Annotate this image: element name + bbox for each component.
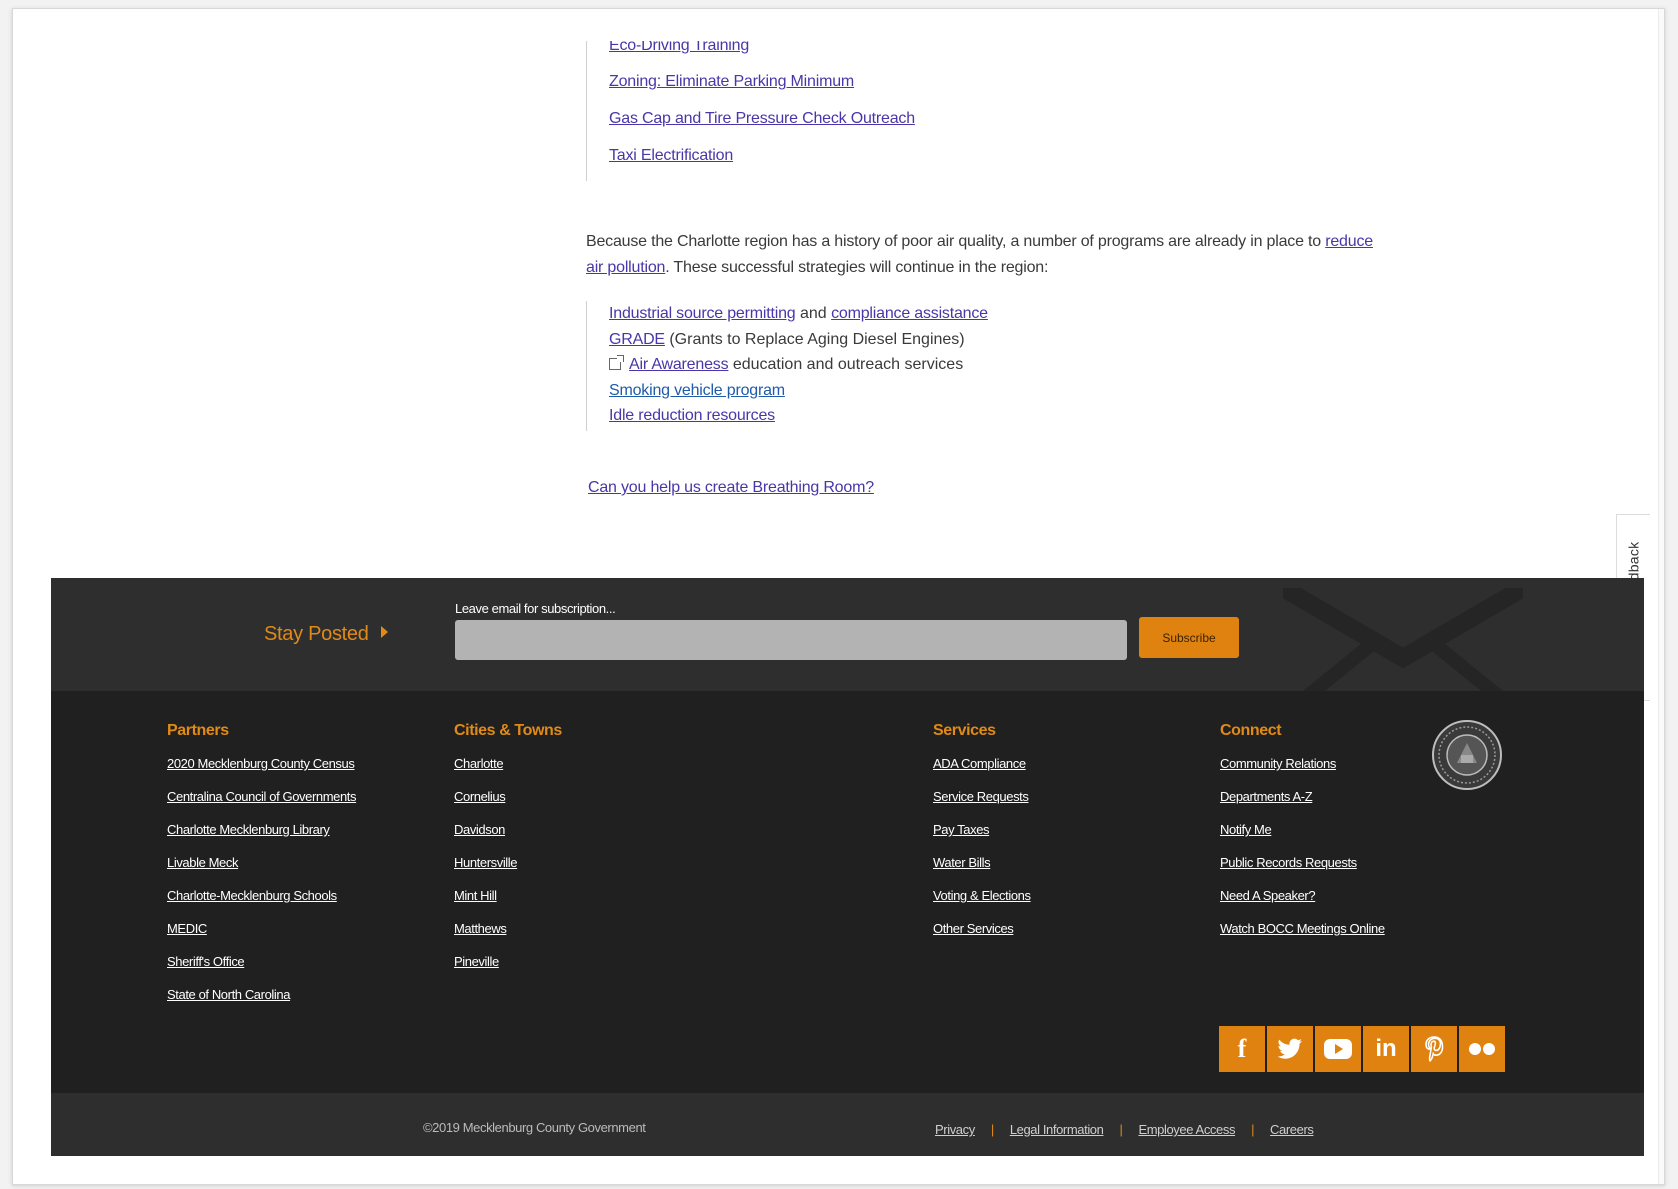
connect-link[interactable]: Departments A-Z <box>1220 787 1385 820</box>
service-link[interactable]: ADA Compliance <box>933 754 1031 787</box>
city-link[interactable]: Charlotte <box>454 754 562 787</box>
service-link[interactable]: Voting & Elections <box>933 886 1031 919</box>
services-heading: Services <box>933 722 996 739</box>
subscribe-band: Stay Posted Leave email for subscription… <box>51 578 1644 691</box>
county-seal-icon <box>1432 720 1502 790</box>
service-link[interactable]: Pay Taxes <box>933 820 1031 853</box>
service-link[interactable]: Other Services <box>933 919 1031 952</box>
air-quality-paragraph: Because the Charlotte region has a histo… <box>586 229 1386 281</box>
gas-cap-outreach-link[interactable]: Gas Cap and Tire Pressure Check Outreach <box>609 110 915 127</box>
city-link[interactable]: Cornelius <box>454 787 562 820</box>
city-link[interactable]: Davidson <box>454 820 562 853</box>
connect-link[interactable]: Notify Me <box>1220 820 1385 853</box>
browser-viewport: Eco-Driving Training Zoning: Eliminate P… <box>12 8 1665 1185</box>
divider: | <box>990 1122 994 1137</box>
partner-link[interactable]: Sheriff's Office <box>167 952 356 985</box>
partner-link[interactable]: Livable Meck <box>167 853 356 886</box>
linkedin-icon[interactable]: in <box>1363 1026 1409 1072</box>
zoning-parking-link[interactable]: Zoning: Eliminate Parking Minimum <box>609 73 854 90</box>
list-item: GRADE (Grants to Replace Aging Diesel En… <box>609 327 1106 353</box>
partner-link[interactable]: State of North Carolina <box>167 985 356 1018</box>
twitter-icon[interactable] <box>1267 1026 1313 1072</box>
list-item: Gas Cap and Tire Pressure Check Outreach <box>609 100 1006 137</box>
page-edge <box>1658 9 1664 1184</box>
careers-link[interactable]: Careers <box>1270 1122 1314 1137</box>
legal-information-link[interactable]: Legal Information <box>1010 1122 1104 1137</box>
cities-heading: Cities & Towns <box>454 722 562 739</box>
and-text: and <box>795 305 832 322</box>
list-item: Taxi Electrification <box>609 137 1006 174</box>
footer-links: Partners 2020 Mecklenburg County Census … <box>51 691 1644 1093</box>
grade-link[interactable]: GRADE <box>609 331 665 348</box>
youtube-icon[interactable] <box>1315 1026 1361 1072</box>
city-link[interactable]: Huntersville <box>454 853 562 886</box>
strategy-list: Eco-Driving Training Zoning: Eliminate P… <box>586 41 1006 181</box>
service-link[interactable]: Water Bills <box>933 853 1031 886</box>
air-awareness-link[interactable]: Air Awareness <box>629 356 729 373</box>
partner-link[interactable]: 2020 Mecklenburg County Census <box>167 754 356 787</box>
list-item: Zoning: Eliminate Parking Minimum <box>609 63 1006 100</box>
arrow-right-icon <box>380 626 388 638</box>
partner-link[interactable]: Charlotte Mecklenburg Library <box>167 820 356 853</box>
copyright-text: ©2019 Mecklenburg County Government <box>423 1120 646 1135</box>
eco-driving-link[interactable]: Eco-Driving Training <box>609 41 749 54</box>
city-link[interactable]: Pineville <box>454 952 562 985</box>
email-label: Leave email for subscription... <box>455 601 616 616</box>
email-field[interactable] <box>455 620 1127 660</box>
city-link[interactable]: Matthews <box>454 919 562 952</box>
partner-link[interactable]: Centralina Council of Governments <box>167 787 357 820</box>
external-link-icon <box>609 355 624 370</box>
subscribe-button[interactable]: Subscribe <box>1139 617 1239 658</box>
paragraph-text-before: Because the Charlotte region has a histo… <box>586 233 1326 250</box>
paragraph-text-after: . These successful strategies will conti… <box>665 259 1049 276</box>
stay-posted-heading: Stay Posted <box>264 623 388 646</box>
breathing-room-link[interactable]: Can you help us create Breathing Room? <box>588 479 874 497</box>
pinterest-icon[interactable] <box>1411 1026 1457 1072</box>
connect-link[interactable]: Community Relations <box>1220 754 1385 787</box>
legal-links: Privacy | Legal Information | Employee A… <box>935 1122 1314 1137</box>
partner-link[interactable]: MEDIC <box>167 919 356 952</box>
connect-heading: Connect <box>1220 722 1282 739</box>
taxi-electrification-link[interactable]: Taxi Electrification <box>609 147 733 164</box>
divider: | <box>1251 1122 1255 1137</box>
partners-heading: Partners <box>167 722 229 739</box>
existing-programs-list: Industrial source permitting and complia… <box>586 301 1106 431</box>
facebook-icon[interactable]: f <box>1219 1026 1265 1072</box>
city-link[interactable]: Mint Hill <box>454 886 562 919</box>
cities-column: Cities & Towns Charlotte Cornelius David… <box>454 721 562 985</box>
envelope-icon <box>1283 588 1523 691</box>
industrial-permitting-link[interactable]: Industrial source permitting <box>609 305 796 322</box>
compliance-assistance-link[interactable]: compliance assistance <box>831 305 988 322</box>
service-link[interactable]: Service Requests <box>933 787 1031 820</box>
flickr-icon[interactable] <box>1459 1026 1505 1072</box>
list-item: Air Awareness education and outreach ser… <box>609 352 1106 378</box>
services-column: Services ADA Compliance Service Requests… <box>933 721 1031 952</box>
list-item: Industrial source permitting and complia… <box>609 301 1106 327</box>
connect-link[interactable]: Watch BOCC Meetings Online <box>1220 919 1385 952</box>
connect-column: Connect Community Relations Departments … <box>1220 721 1385 952</box>
air-awareness-description: education and outreach services <box>728 356 964 373</box>
privacy-link[interactable]: Privacy <box>935 1122 975 1137</box>
employee-access-link[interactable]: Employee Access <box>1138 1122 1235 1137</box>
connect-link[interactable]: Need A Speaker? <box>1220 886 1385 919</box>
divider: | <box>1119 1122 1123 1137</box>
list-item: Smoking vehicle program <box>609 378 1106 404</box>
list-item: Eco-Driving Training <box>609 41 1006 63</box>
list-item: Idle reduction resources <box>609 403 1106 429</box>
social-links: f in <box>1219 1026 1505 1072</box>
connect-link[interactable]: Public Records Requests <box>1220 853 1385 886</box>
partner-link[interactable]: Charlotte-Mecklenburg Schools <box>167 886 356 919</box>
footer-bottom-bar: ©2019 Mecklenburg County Government Priv… <box>51 1093 1644 1156</box>
partners-column: Partners 2020 Mecklenburg County Census … <box>167 721 357 1018</box>
smoking-vehicle-link[interactable]: Smoking vehicle program <box>609 382 785 399</box>
grade-description: (Grants to Replace Aging Diesel Engines) <box>664 330 965 348</box>
idle-reduction-link[interactable]: Idle reduction resources <box>609 407 775 424</box>
